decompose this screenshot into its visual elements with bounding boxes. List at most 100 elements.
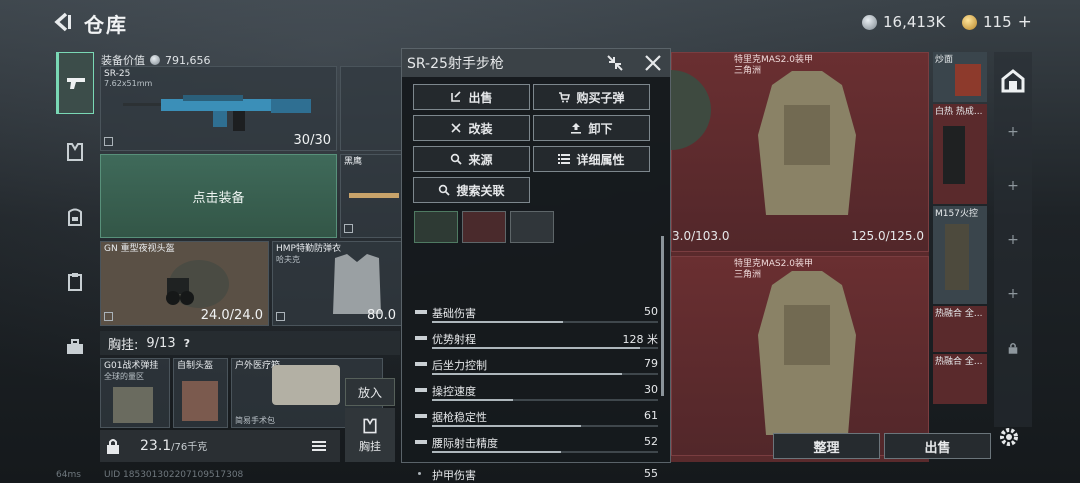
helmet-slot[interactable]: GN 重型夜视头盔 24.0/24.0	[100, 241, 269, 326]
stat-row: 护甲伤害 55	[414, 466, 658, 483]
ammo-slot[interactable]: 黑鹰	[340, 154, 402, 238]
equip-button[interactable]: 点击装备	[100, 154, 337, 238]
helmet-name: GN 重型夜视头盔	[104, 244, 175, 254]
silver-coin-icon	[862, 14, 877, 30]
popup-header: SR-25射手步枪	[402, 49, 670, 77]
close-icon[interactable]	[643, 53, 663, 73]
search-related-label: 搜索关联	[456, 183, 505, 198]
unload-label: 卸下	[588, 121, 613, 136]
stat-track	[432, 373, 658, 375]
equipment-value-amount: 791,656	[165, 53, 211, 67]
storage-box-icon[interactable]	[1000, 68, 1026, 94]
rifle-icon	[123, 95, 311, 131]
side-item-name: 炒面	[935, 55, 954, 65]
rail-backpack[interactable]	[56, 187, 94, 247]
lock-icon[interactable]	[106, 438, 120, 454]
recoil-icon	[415, 362, 427, 366]
stat-track	[432, 321, 658, 323]
attachment-slot[interactable]	[414, 211, 458, 243]
stat-value: 30	[644, 383, 658, 396]
source-label: 来源	[468, 152, 493, 167]
modify-button[interactable]: 改装	[413, 115, 530, 141]
chest-label: 胸挂:	[108, 337, 139, 353]
side-item-name: M157火控	[935, 209, 978, 219]
stat-value: 128 米	[622, 333, 659, 346]
chest-tab[interactable]: 胸挂	[345, 408, 395, 462]
back-arrow-icon[interactable]	[52, 11, 74, 33]
details-button[interactable]: 详细属性	[533, 146, 650, 172]
secondary-weapon-slot[interactable]	[340, 66, 402, 151]
silver-currency: 16,413K	[862, 12, 945, 32]
stat-fill	[432, 425, 582, 427]
side-item[interactable]: M157火控	[933, 206, 987, 304]
stat-track	[432, 399, 658, 401]
armor-name: 特里克MAS2.0装甲	[734, 55, 813, 65]
side-item[interactable]: 热融合 全...	[933, 306, 987, 352]
rail-toolbox[interactable]	[56, 317, 94, 377]
clipboard-icon	[68, 273, 82, 291]
side-item[interactable]: 炒面	[933, 52, 987, 102]
search-icon	[439, 184, 451, 196]
food-icon	[955, 64, 981, 96]
stat-name: 后坐力控制	[432, 359, 487, 372]
weapon-slot[interactable]: SR-25 7.62x51mm 30/30	[100, 66, 337, 151]
armor-card[interactable]: 特里克MAS2.0装甲 三角洲	[671, 256, 929, 456]
sell-action-label: 出售	[468, 90, 493, 105]
sell-button[interactable]: 出售	[884, 433, 991, 459]
helmet-durability: 24.0/24.0	[200, 308, 263, 323]
list-icon[interactable]	[312, 440, 326, 452]
modify-label: 改装	[468, 121, 493, 136]
chest-rig-icon	[363, 418, 377, 433]
popup-scrollbar[interactable]	[661, 236, 664, 396]
fire-control-icon	[945, 224, 969, 290]
container-column: + + + +	[994, 52, 1032, 427]
page-title: 仓库	[84, 13, 128, 37]
add-gold-icon[interactable]: +	[1018, 12, 1032, 32]
side-item-name: 热融合 全...	[935, 357, 983, 367]
rail-vest[interactable]	[56, 122, 94, 182]
stat-track	[432, 425, 658, 427]
side-item[interactable]: 白热 热成...	[933, 104, 987, 204]
rail-weapons[interactable]	[56, 52, 94, 114]
buy-ammo-button[interactable]: 购买子弹	[533, 84, 650, 110]
gear-icon[interactable]	[998, 426, 1020, 448]
stat-fill	[432, 347, 640, 349]
chest-item[interactable]: G01战术弹挂 全球的量区	[100, 358, 170, 428]
upload-icon	[571, 123, 582, 134]
attachment-slot[interactable]	[510, 211, 554, 243]
stat-row: 操控速度 30	[414, 382, 658, 408]
attachment-slot[interactable]	[462, 211, 506, 243]
helmet-icon	[166, 260, 229, 308]
unload-button[interactable]: 卸下	[533, 115, 650, 141]
put-in-button[interactable]: 放入	[345, 378, 395, 406]
backpack-icon	[68, 208, 82, 226]
ammo-label: 黑鹰	[344, 157, 363, 167]
search-related-button[interactable]: 搜索关联	[413, 177, 530, 203]
item-sub: 全球的量区	[104, 372, 144, 381]
help-icon[interactable]: ?	[184, 337, 190, 350]
side-item[interactable]: 热融合 全...	[933, 354, 987, 404]
stat-track	[432, 347, 658, 349]
vest-slot[interactable]: HMP特勤防弹衣 哈夫克 80.0	[272, 241, 402, 326]
stat-name: 基础伤害	[432, 307, 476, 320]
side-items-column: 炒面 白热 热成... M157火控 热融合 全... 热融合 全...	[933, 52, 987, 462]
lock-corner-icon	[344, 224, 353, 233]
add-container-icon[interactable]: +	[994, 124, 1032, 140]
stat-row: 腰际射击精度 52	[414, 434, 658, 460]
stat-row: 基础伤害 50	[414, 304, 658, 330]
sell-action-button[interactable]: 出售	[413, 84, 530, 110]
collapse-icon[interactable]	[605, 53, 625, 73]
stat-row: 优势射程 128 米	[414, 330, 658, 356]
add-container-icon[interactable]: +	[994, 286, 1032, 302]
medical-box-icon	[272, 365, 340, 405]
organize-button[interactable]: 整理	[773, 433, 880, 459]
add-container-icon[interactable]: +	[994, 232, 1032, 248]
add-container-icon[interactable]: +	[994, 178, 1032, 194]
rail-case[interactable]	[56, 252, 94, 312]
stat-name: 护甲伤害	[432, 469, 476, 482]
chest-rig-icon	[67, 143, 83, 161]
chest-item[interactable]: 自制头盔	[173, 358, 228, 428]
source-button[interactable]: 来源	[413, 146, 530, 172]
armor-card[interactable]: 特里克MAS2.0装甲 三角洲 3.0/103.0 125.0/125.0	[671, 52, 929, 252]
details-label: 详细属性	[576, 152, 625, 167]
